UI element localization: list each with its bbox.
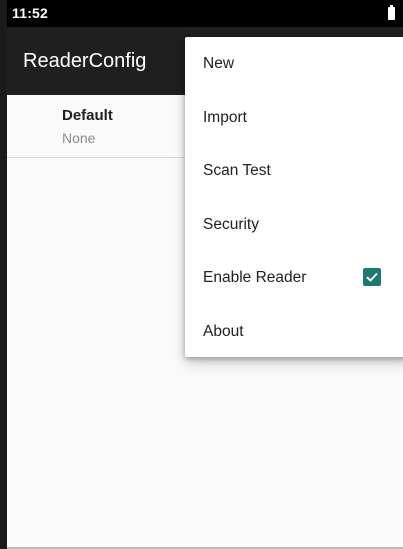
menu-item-security[interactable]: Security bbox=[185, 198, 403, 252]
status-time: 11:52 bbox=[12, 5, 49, 21]
menu-item-enable-reader[interactable]: Enable Reader bbox=[185, 251, 403, 305]
overflow-menu: New Import Scan Test Security Enable Rea… bbox=[185, 37, 403, 357]
device-screen: 11:52 ReaderConfig Default None New Impo… bbox=[0, 0, 403, 549]
menu-item-about[interactable]: About bbox=[185, 305, 403, 359]
list-item-title: Default bbox=[62, 107, 113, 124]
menu-item-label: Security bbox=[203, 215, 259, 233]
app-title: ReaderConfig bbox=[23, 50, 147, 72]
menu-item-label: New bbox=[203, 55, 235, 72]
list-item-subtitle: None bbox=[62, 130, 96, 146]
menu-item-label: About bbox=[203, 322, 244, 340]
menu-item-label: Import bbox=[203, 108, 247, 126]
enable-reader-checkbox[interactable] bbox=[363, 268, 381, 286]
menu-item-label: Enable Reader bbox=[203, 269, 307, 286]
menu-item-scan-test[interactable]: Scan Test bbox=[185, 144, 403, 198]
menu-item-import[interactable]: Import bbox=[185, 91, 403, 145]
menu-item-label: Scan Test bbox=[203, 162, 271, 179]
status-bar: 11:52 bbox=[7, 0, 403, 27]
checkmark-icon bbox=[366, 272, 378, 282]
battery-icon bbox=[388, 5, 395, 20]
menu-item-new[interactable]: New bbox=[185, 37, 403, 91]
